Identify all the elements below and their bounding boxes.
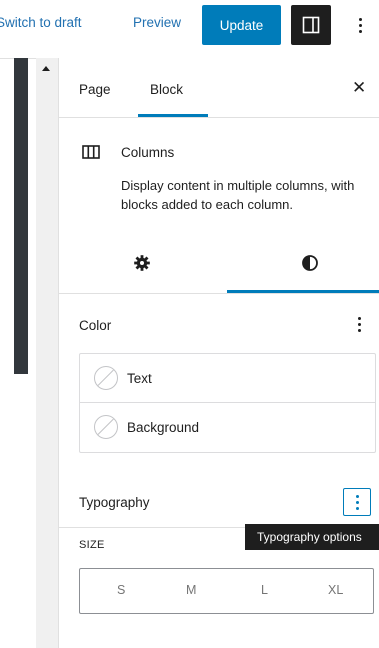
block-description: Display content in multiple columns, wit… (121, 178, 355, 212)
font-size-picker: S M L XL (79, 568, 374, 614)
block-title: Columns (121, 145, 175, 160)
gear-icon[interactable] (133, 254, 151, 272)
columns-icon (82, 145, 100, 159)
size-option-xl[interactable]: XL (328, 583, 343, 597)
kebab-dot (357, 328, 361, 332)
size-option-s[interactable]: S (117, 583, 125, 597)
more-options-button[interactable] (349, 8, 371, 42)
switch-to-draft-button[interactable]: Switch to draft (0, 15, 82, 30)
sidebar-tabs: Page Block ✕ (59, 58, 379, 118)
kebab-dot (355, 506, 359, 510)
kebab-dot (358, 17, 362, 21)
color-item-background[interactable]: Background (80, 403, 375, 451)
color-item-label: Text (127, 370, 152, 386)
kebab-dot (357, 322, 361, 326)
typography-options-button[interactable] (343, 488, 371, 516)
kebab-dot (358, 23, 362, 27)
typography-panel-title: Typography (79, 495, 150, 510)
update-button-label: Update (219, 17, 264, 33)
kebab-dot (357, 316, 361, 320)
color-item-label: Background (127, 419, 200, 435)
scroll-up-arrow-icon[interactable] (42, 66, 50, 71)
font-size-label: SIZE (79, 539, 105, 551)
contrast-icon[interactable] (301, 254, 319, 272)
tooltip-text: Typography options (257, 530, 362, 544)
tab-block[interactable]: Block (150, 82, 183, 97)
color-options-button[interactable] (349, 313, 369, 335)
sidebar-toggle-icon (302, 16, 320, 34)
kebab-dot (355, 500, 359, 504)
editor-scroll-track[interactable] (36, 58, 58, 648)
top-toolbar: Switch to draft Preview Update (0, 0, 379, 59)
active-subtab-indicator (227, 290, 379, 293)
block-subtabs (59, 236, 379, 294)
color-item-text[interactable]: Text (80, 354, 375, 403)
active-tab-indicator (138, 114, 208, 117)
empty-swatch-icon (94, 415, 118, 439)
editor-block-preview (14, 58, 28, 374)
color-settings-list: Text Background (79, 353, 376, 453)
settings-sidebar: Page Block ✕ Columns Display content in … (58, 58, 379, 648)
empty-swatch-icon (94, 366, 118, 390)
typography-options-tooltip: Typography options (245, 524, 379, 550)
color-panel-title: Color (79, 318, 112, 333)
size-option-m[interactable]: M (186, 583, 196, 597)
size-option-l[interactable]: L (261, 583, 268, 597)
update-button[interactable]: Update (202, 5, 281, 45)
kebab-dot (358, 29, 362, 33)
sidebar-toggle-button[interactable] (291, 5, 331, 45)
kebab-dot (355, 494, 359, 498)
close-icon[interactable]: ✕ (352, 78, 366, 98)
tab-page[interactable]: Page (79, 82, 111, 97)
preview-button[interactable]: Preview (133, 15, 181, 30)
